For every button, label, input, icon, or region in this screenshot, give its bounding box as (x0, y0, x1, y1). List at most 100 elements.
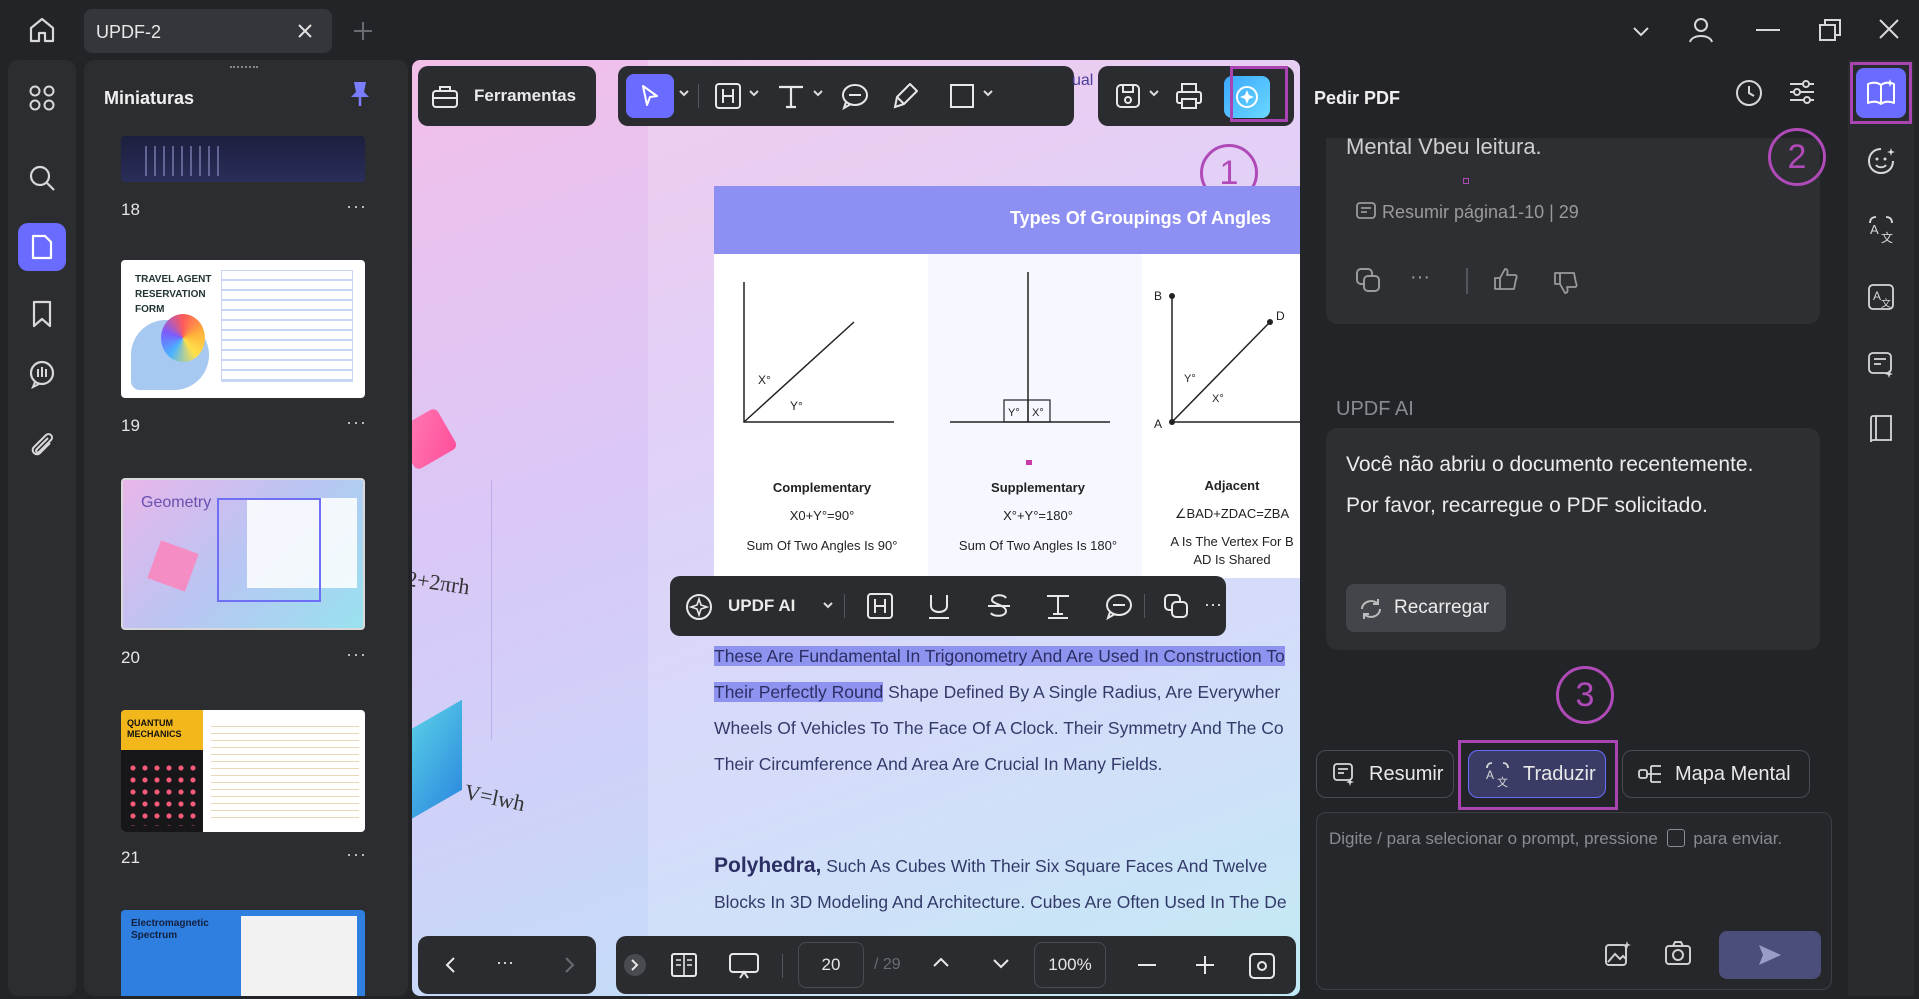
page-thumbnail[interactable]: TRAVEL AGENT RESERVATION FORM (121, 260, 365, 398)
summary-link[interactable]: Resumir página1-10 | 29 (1382, 202, 1579, 223)
chevron-down-icon[interactable] (1630, 20, 1652, 42)
page-number: 19 (121, 416, 140, 435)
chevron-down-icon[interactable] (1148, 88, 1160, 98)
comment-icon[interactable] (1104, 592, 1134, 620)
page-thumbnail[interactable] (121, 136, 365, 182)
next-icon[interactable] (564, 956, 576, 974)
page-more-button[interactable]: ··· (346, 412, 367, 433)
fit-page-icon[interactable] (1248, 952, 1276, 980)
svg-text:Y°: Y° (790, 399, 803, 413)
close-window-icon[interactable] (1878, 18, 1900, 40)
ai-panel-title: Pedir PDF (1314, 88, 1401, 108)
bookmark-icon[interactable] (18, 290, 66, 338)
updf-ai-button[interactable]: UPDF AI (728, 596, 795, 616)
chevron-up-icon[interactable] (932, 956, 950, 968)
zoom-input[interactable]: 100% (1034, 942, 1106, 988)
copy-icon[interactable] (1354, 266, 1382, 294)
page-thumbnail[interactable]: Geometry (121, 478, 365, 630)
thumbs-down-icon[interactable] (1552, 268, 1580, 296)
more-options-button[interactable]: ··· (1204, 594, 1222, 615)
angles-figure: Types Of Groupings Of Angles X° Y° Compl… (714, 186, 1300, 578)
chevron-down-icon[interactable] (748, 88, 760, 98)
book-icon[interactable] (1856, 404, 1906, 454)
more-options-button[interactable]: ··· (1410, 266, 1430, 289)
expand-icon[interactable] (624, 954, 646, 976)
translate-icon[interactable]: A文 (1856, 204, 1906, 254)
updf-ai-icon[interactable] (684, 592, 714, 622)
comments-icon[interactable] (18, 350, 66, 398)
page-layout-icon[interactable] (670, 952, 698, 978)
minimize-icon[interactable] (1756, 28, 1780, 32)
rectangle-tool-icon[interactable] (948, 82, 976, 110)
underline-icon[interactable] (926, 592, 952, 620)
copy-icon[interactable] (1162, 592, 1190, 620)
highlight-text-icon[interactable] (866, 592, 894, 620)
tools-button[interactable]: Ferramentas (474, 86, 576, 106)
user-icon[interactable] (1686, 15, 1716, 45)
svg-text:A: A (1873, 289, 1881, 303)
panel-desc: Sum Of Two Angles Is 90° (746, 538, 898, 553)
search-icon[interactable] (18, 154, 66, 202)
zoom-out-icon[interactable] (1138, 964, 1156, 966)
panel-name: Complementary (772, 480, 872, 495)
highlighter-icon[interactable] (892, 81, 920, 111)
page-number: 21 (121, 848, 140, 867)
ai-message-card: Você não abriu o documento recentemente.… (1326, 428, 1820, 650)
highlight-box (1850, 62, 1912, 124)
page-thumbnail[interactable]: QUANTUM MECHANICS (121, 710, 365, 832)
chevron-down-icon[interactable] (822, 600, 834, 610)
settings-sliders-icon[interactable] (1788, 78, 1816, 106)
close-tab-icon[interactable] (296, 22, 314, 40)
grid-view-icon[interactable] (18, 74, 66, 122)
page-text-fragment: ual (1072, 72, 1094, 89)
new-tab-icon[interactable] (352, 20, 374, 42)
document-tab[interactable]: UPDF-2 (84, 9, 332, 53)
summarize-icon[interactable] (1856, 340, 1906, 390)
screenshot-icon[interactable] (1663, 939, 1693, 969)
text-tool-icon[interactable] (1044, 592, 1072, 620)
drag-handle[interactable] (230, 66, 258, 70)
select-cursor-icon[interactable] (626, 74, 674, 118)
text-tool-icon[interactable] (776, 82, 806, 110)
translate-page-icon[interactable]: A文 (1856, 272, 1906, 322)
image-upload-icon[interactable] (1603, 939, 1633, 969)
chevron-down-icon[interactable] (992, 958, 1010, 970)
presentation-icon[interactable] (728, 952, 760, 980)
chevron-down-icon[interactable] (812, 88, 824, 98)
page-more-button[interactable]: ··· (346, 644, 367, 665)
home-icon[interactable] (26, 14, 58, 46)
prompt-input[interactable]: Digite / para selecionar o prompt, press… (1316, 812, 1832, 990)
zoom-in-icon[interactable] (1196, 956, 1214, 974)
pin-icon[interactable] (348, 80, 372, 108)
print-icon[interactable] (1174, 82, 1204, 110)
mind-map-chip[interactable]: Mapa Mental (1622, 750, 1810, 798)
text-line: Blocks In 3D Modeling And Architecture. … (714, 892, 1287, 912)
page-number-input[interactable]: 20 (798, 942, 864, 988)
reload-button[interactable]: Recarregar (1346, 584, 1506, 632)
document-view[interactable]: 2+2πrh V=lwh Ferramentas ual 1 Types Of … (412, 60, 1300, 996)
page-thumbnail[interactable]: Electromagnetic Spectrum (121, 910, 365, 996)
chat-bot-icon[interactable] (1856, 136, 1906, 186)
page-more-button[interactable]: ··· (346, 196, 367, 217)
panel-desc: AD Is Shared (1193, 552, 1271, 567)
chip-label: Resumir (1369, 762, 1444, 785)
toolbox-icon[interactable] (430, 82, 460, 110)
summary-icon (1354, 200, 1378, 224)
more-button[interactable]: ··· (496, 952, 514, 973)
restore-icon[interactable] (1818, 18, 1842, 42)
strikethrough-icon[interactable] (986, 592, 1012, 620)
save-icon[interactable] (1114, 82, 1142, 110)
chevron-down-icon[interactable] (982, 88, 994, 98)
summarize-chip[interactable]: Resumir (1316, 750, 1454, 798)
thumbnails-icon[interactable] (18, 223, 66, 271)
previous-icon[interactable] (444, 956, 456, 974)
thumbs-up-icon[interactable] (1492, 266, 1520, 294)
comment-icon[interactable] (840, 82, 870, 110)
page-more-button[interactable]: ··· (346, 844, 367, 865)
reload-icon (1358, 596, 1384, 622)
chevron-down-icon[interactable] (678, 88, 690, 98)
heading-icon[interactable] (714, 82, 742, 110)
history-icon[interactable] (1734, 78, 1764, 108)
attachment-icon[interactable] (18, 420, 66, 468)
send-button[interactable] (1719, 931, 1821, 979)
